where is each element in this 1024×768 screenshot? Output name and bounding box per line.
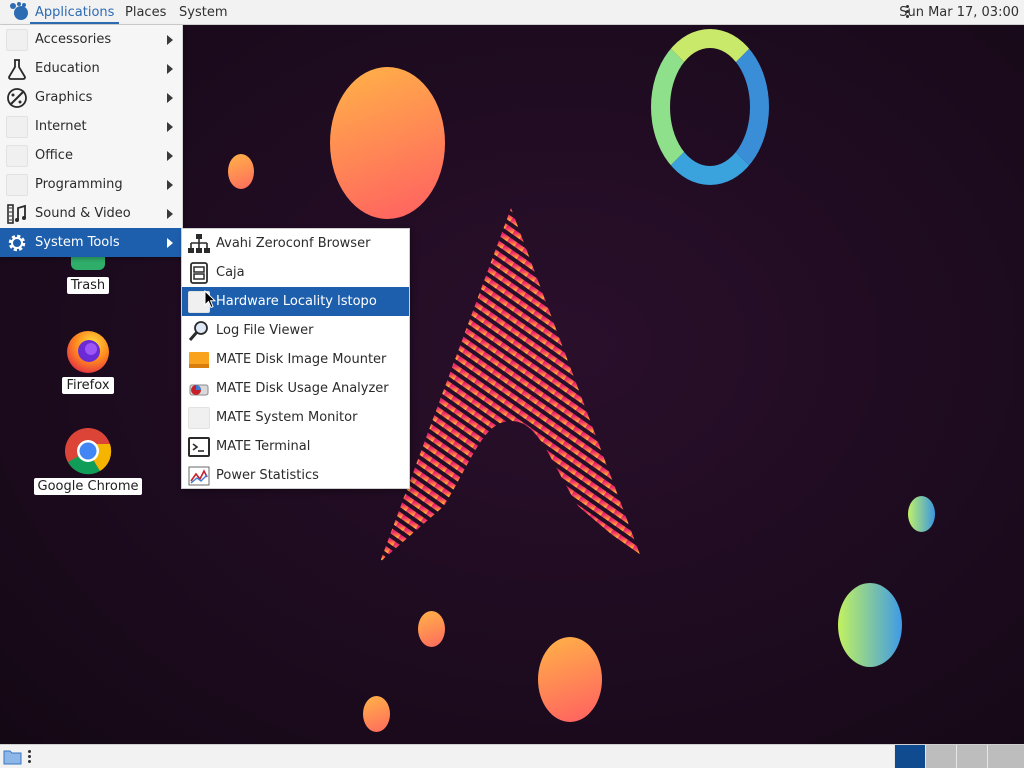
system-tools-submenu: Avahi Zeroconf Browser Caja Hardware Loc…	[181, 228, 410, 489]
workspace-1[interactable]	[894, 745, 925, 768]
disk-image-icon	[189, 352, 209, 368]
menu-item-system-tools[interactable]: System Tools	[0, 228, 182, 257]
desktop-icon-label: Firefox	[62, 377, 114, 394]
menu-item-graphics[interactable]: Graphics	[0, 83, 182, 112]
applications-menu: Accessories Education Graphics Internet …	[0, 25, 183, 257]
ring-shape	[651, 29, 769, 185]
menu-item-label: Office	[35, 148, 73, 163]
menu-item-mate-system-monitor[interactable]: MATE System Monitor	[182, 403, 409, 432]
menu-item-label: Accessories	[35, 32, 112, 47]
film-music-icon	[7, 204, 26, 224]
programming-icon	[6, 174, 28, 196]
system-menu-button[interactable]: System	[174, 0, 232, 24]
menu-item-label: MATE System Monitor	[216, 410, 358, 425]
orange-blob	[538, 637, 602, 722]
workspace-3[interactable]	[956, 745, 987, 768]
menu-item-label: Caja	[216, 265, 245, 280]
menu-item-programming[interactable]: Programming	[0, 170, 182, 199]
show-desktop-icon[interactable]	[3, 748, 22, 765]
menu-item-label: Log File Viewer	[216, 323, 314, 338]
desktop-icon-firefox[interactable]: Firefox	[56, 326, 120, 394]
submenu-arrow-icon	[167, 238, 173, 248]
gear-icon	[8, 234, 26, 252]
orange-blob	[330, 67, 445, 219]
menu-item-hardware-locality-lstopo[interactable]: Hardware Locality lstopo	[182, 287, 409, 316]
menu-item-label: System Tools	[35, 235, 120, 250]
chart-icon	[188, 466, 210, 486]
menu-item-label: Power Statistics	[216, 468, 319, 483]
menu-item-label: Education	[35, 61, 100, 76]
workspace-4[interactable]	[987, 745, 1024, 768]
menu-item-mate-disk-usage-analyzer[interactable]: MATE Disk Usage Analyzer	[182, 374, 409, 403]
firefox-icon	[67, 331, 109, 373]
flask-icon	[8, 59, 26, 80]
menu-item-label: Avahi Zeroconf Browser	[216, 236, 371, 251]
menu-item-sound-video[interactable]: Sound & Video	[0, 199, 182, 228]
submenu-arrow-icon	[167, 209, 173, 219]
terminal-icon	[188, 437, 210, 457]
submenu-arrow-icon	[167, 122, 173, 132]
submenu-arrow-icon	[167, 151, 173, 161]
internet-icon	[6, 116, 28, 138]
mouse-cursor-icon	[204, 290, 216, 309]
menu-item-label: MATE Disk Usage Analyzer	[216, 381, 389, 396]
menu-item-internet[interactable]: Internet	[0, 112, 182, 141]
top-panel: Applications Places System Sun Mar 17, 0…	[0, 0, 1024, 25]
office-icon	[6, 145, 28, 167]
workspace-2[interactable]	[925, 745, 956, 768]
system-monitor-icon	[188, 407, 210, 429]
chrome-icon	[65, 428, 112, 475]
submenu-arrow-icon	[167, 35, 173, 45]
menu-item-label: Programming	[35, 177, 123, 192]
menu-item-label: Graphics	[35, 90, 93, 105]
menu-item-education[interactable]: Education	[0, 54, 182, 83]
network-icon	[188, 234, 210, 253]
desktop-icon-label: Trash	[66, 277, 110, 294]
mate-logo-icon	[10, 2, 28, 20]
orange-blob	[418, 611, 445, 647]
panel-handle-icon[interactable]	[28, 749, 32, 765]
menu-item-mate-terminal[interactable]: MATE Terminal	[182, 432, 409, 461]
menu-item-label: MATE Terminal	[216, 439, 311, 454]
disk-usage-icon	[189, 384, 209, 396]
menu-item-label: Sound & Video	[35, 206, 131, 221]
applications-menu-button[interactable]: Applications	[30, 0, 120, 24]
menu-item-label: MATE Disk Image Mounter	[216, 352, 387, 367]
desktop-icon-google-chrome[interactable]: Google Chrome	[33, 427, 143, 495]
desktop-icon-label: Google Chrome	[33, 478, 143, 495]
clock[interactable]: Sun Mar 17, 03:00	[899, 0, 1019, 24]
orange-blob	[363, 696, 390, 732]
menu-item-log-file-viewer[interactable]: Log File Viewer	[182, 316, 409, 345]
green-blue-blob	[908, 496, 935, 532]
menu-item-label: Hardware Locality lstopo	[216, 294, 377, 309]
menu-item-caja[interactable]: Caja	[182, 258, 409, 287]
magnifier-icon	[188, 321, 208, 341]
menu-item-avahi-zeroconf-browser[interactable]: Avahi Zeroconf Browser	[182, 229, 409, 258]
orange-blob	[228, 154, 254, 189]
palette-icon	[7, 88, 27, 108]
menu-item-office[interactable]: Office	[0, 141, 182, 170]
menu-item-power-statistics[interactable]: Power Statistics	[182, 461, 409, 490]
arch-logo	[380, 208, 642, 562]
menu-item-accessories[interactable]: Accessories	[0, 25, 182, 54]
bottom-panel	[0, 744, 1024, 768]
menu-item-label: Internet	[35, 119, 87, 134]
menu-item-mate-disk-image-mounter[interactable]: MATE Disk Image Mounter	[182, 345, 409, 374]
green-blue-blob	[838, 583, 902, 667]
places-menu-button[interactable]: Places	[120, 0, 171, 24]
submenu-arrow-icon	[167, 93, 173, 103]
submenu-arrow-icon	[167, 64, 173, 74]
submenu-arrow-icon	[167, 180, 173, 190]
accessories-icon	[6, 29, 28, 51]
file-cabinet-icon	[190, 262, 208, 284]
